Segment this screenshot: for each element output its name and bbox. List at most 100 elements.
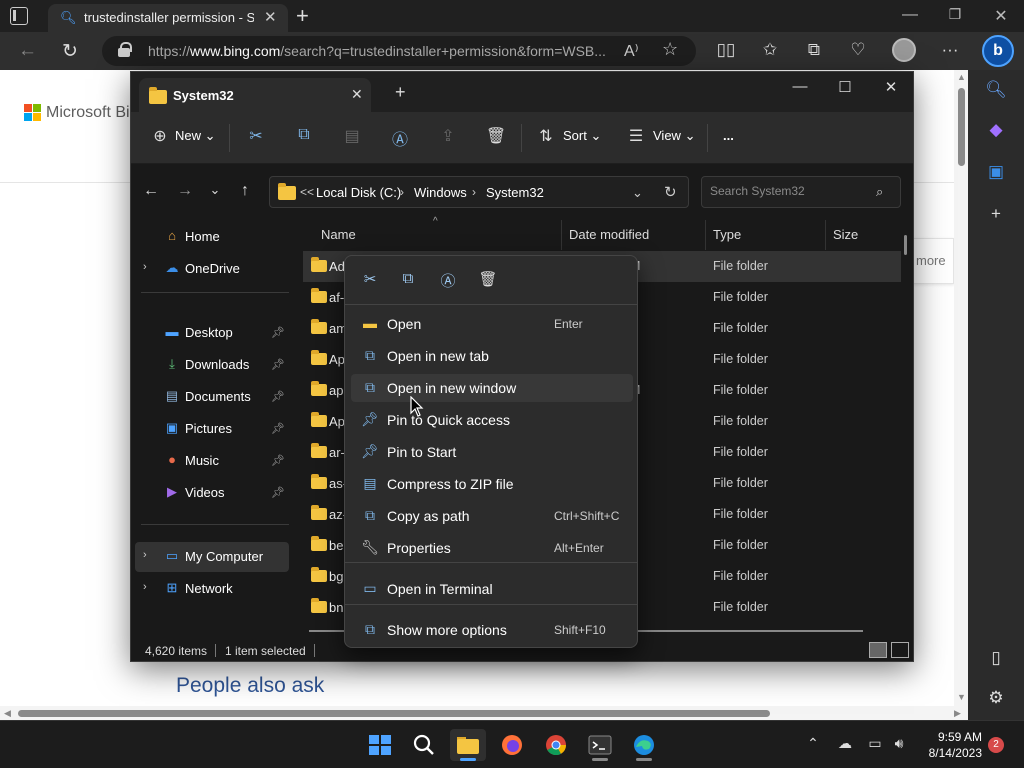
favorite-star-icon[interactable]: ☆ (662, 39, 678, 60)
taskbar-file-explorer[interactable] (450, 729, 486, 761)
column-header-name[interactable]: Name (321, 227, 356, 242)
breadcrumb-item[interactable]: Windows (414, 185, 467, 200)
collections-icon[interactable]: ⧉ (802, 40, 826, 60)
cut-icon[interactable]: ✂ (357, 270, 383, 292)
breadcrumb[interactable]: << Local Disk (C:) › Windows › System32 … (269, 176, 689, 208)
taskbar-firefox[interactable] (494, 729, 530, 761)
refresh-icon[interactable]: ↻ (62, 40, 78, 63)
menu-item-pin-to-start[interactable]: 📌︎ Pin to Start (351, 438, 633, 466)
read-aloud-icon[interactable]: A⁾ (624, 41, 639, 61)
tiles-view-icon[interactable] (891, 642, 909, 658)
nav-item-home[interactable]: ⌂ Home (131, 222, 291, 252)
nav-item-network[interactable]: › ⊞ Network (131, 574, 291, 604)
delete-icon[interactable]: 🗑︎ (485, 126, 507, 146)
taskbar-search-button[interactable] (406, 729, 442, 761)
chevron-right-icon[interactable]: › (143, 581, 147, 593)
rename-icon[interactable]: Ⓐ (389, 126, 411, 150)
chevron-down-icon[interactable]: ⌄ (632, 185, 643, 201)
taskbar-chrome[interactable] (538, 729, 574, 761)
explorer-tab[interactable]: System32 ✕ (139, 78, 371, 112)
clock-time[interactable]: 9:59 AM (934, 730, 982, 744)
forward-icon[interactable]: → (175, 182, 195, 200)
column-header-date[interactable]: Date modified (569, 227, 649, 242)
file-list-scrollbar[interactable] (904, 235, 907, 255)
search-field[interactable]: ⌕ (701, 176, 901, 208)
close-tab-icon[interactable]: ✕ (351, 86, 363, 103)
column-header-type[interactable]: Type (713, 227, 741, 242)
back-icon[interactable]: ← (18, 40, 37, 62)
profile-avatar[interactable] (892, 38, 916, 62)
page-vertical-scrollbar[interactable]: ▲ ▼ (954, 70, 968, 706)
refresh-icon[interactable]: ↻ (664, 183, 677, 201)
nav-item-videos[interactable]: ▶ Videos 📌︎ (131, 478, 291, 508)
delete-icon[interactable]: 🗑︎ (475, 270, 501, 292)
rename-icon[interactable]: Ⓐ (435, 270, 461, 292)
menu-item-pin-quick-access[interactable]: 📌︎ Pin to Quick access (351, 406, 633, 434)
chevron-right-icon[interactable]: › (143, 549, 147, 561)
search-input[interactable] (710, 184, 870, 198)
copilot-icon[interactable]: b (982, 35, 1014, 67)
up-icon[interactable]: ↑ (235, 182, 255, 200)
nav-item-documents[interactable]: ▤ Documents 📌︎ (131, 382, 291, 412)
maximize-icon[interactable]: ☐ (833, 78, 857, 96)
chevron-up-icon[interactable]: ⌃ (804, 735, 822, 752)
column-header-size[interactable]: Size (833, 227, 858, 242)
breadcrumb-overflow[interactable]: << (300, 185, 314, 199)
paste-icon[interactable]: ▤ (341, 126, 363, 146)
close-window-icon[interactable]: ✕ (987, 6, 1015, 26)
back-icon[interactable]: ← (141, 182, 161, 200)
details-view-icon[interactable] (869, 642, 887, 658)
tab-actions-icon[interactable] (10, 7, 28, 25)
nav-item-desktop[interactable]: ▬ Desktop 📌︎ (131, 318, 291, 348)
menu-item-open-terminal[interactable]: ▭ Open in Terminal (351, 575, 633, 603)
hide-sidebar-icon[interactable]: ▯ (984, 648, 1008, 668)
view-button[interactable]: View ⌄ (653, 128, 695, 144)
split-screen-icon[interactable]: ▯▯ (714, 40, 738, 60)
menu-item-open-new-window[interactable]: ⧉ Open in new window (351, 374, 633, 402)
add-sidebar-app-icon[interactable]: + (984, 204, 1008, 224)
close-window-icon[interactable]: ✕ (879, 78, 903, 96)
minimize-icon[interactable]: — (896, 6, 924, 24)
share-icon[interactable]: ⇪ (437, 126, 459, 146)
cut-icon[interactable]: ✂ (245, 126, 267, 146)
settings-more-icon[interactable]: ··· (938, 40, 962, 60)
new-tab-button[interactable]: + (395, 82, 406, 103)
nav-item-pictures[interactable]: ▣ Pictures 📌︎ (131, 414, 291, 444)
restore-icon[interactable]: ❐ (941, 6, 969, 23)
gear-icon[interactable]: ⚙ (984, 688, 1008, 708)
volume-icon[interactable]: 🔊︎ (890, 735, 908, 752)
clock-date[interactable]: 8/14/2023 (922, 746, 982, 760)
search-icon[interactable]: 🔍︎ (984, 80, 1008, 100)
taskbar-edge[interactable] (626, 729, 662, 761)
notification-badge[interactable]: 2 (988, 737, 1004, 753)
minimize-icon[interactable]: — (788, 78, 812, 95)
recent-locations-icon[interactable]: ⌄ (205, 182, 225, 198)
see-more-button[interactable]: ... (723, 128, 734, 143)
nav-item-downloads[interactable]: ⤓ Downloads 📌︎ (131, 350, 291, 380)
nav-item-my-computer[interactable]: › ▭ My Computer (135, 542, 289, 572)
games-icon[interactable]: ◆ (984, 120, 1008, 140)
nav-item-onedrive[interactable]: › ☁ OneDrive (131, 254, 291, 284)
menu-item-compress-zip[interactable]: ▤ Compress to ZIP file (351, 470, 633, 498)
browser-tab-active[interactable]: 🔍︎ trustedinstaller permission - Sear ✕ (48, 4, 288, 32)
tab-close-icon[interactable]: ✕ (264, 8, 277, 26)
menu-item-copy-as-path[interactable]: ⧉ Copy as path Ctrl+Shift+C (351, 502, 633, 530)
browser-essentials-icon[interactable]: ♡ (846, 40, 870, 60)
menu-item-open[interactable]: ▬ Open Enter (351, 310, 633, 338)
chevron-right-icon[interactable]: › (143, 261, 147, 273)
nav-item-music[interactable]: ● Music 📌︎ (131, 446, 291, 476)
page-horizontal-scrollbar[interactable]: ◀ ▶ (0, 706, 968, 720)
onedrive-tray-icon[interactable]: ☁ (836, 735, 854, 752)
more-button[interactable]: more (912, 238, 954, 284)
menu-item-properties[interactable]: 🔧︎ Properties Alt+Enter (351, 534, 633, 562)
copy-icon[interactable]: ⧉ (395, 270, 421, 292)
network-tray-icon[interactable]: ▭ (866, 735, 884, 752)
favorites-icon[interactable]: ✩ (758, 40, 782, 60)
breadcrumb-item[interactable]: System32 (486, 185, 544, 200)
breadcrumb-item[interactable]: Local Disk (C:) (316, 185, 401, 200)
menu-item-open-new-tab[interactable]: ⧉ Open in new tab (351, 342, 633, 370)
copy-icon[interactable]: ⧉ (293, 126, 315, 144)
taskbar-terminal[interactable] (582, 729, 618, 761)
start-button[interactable] (362, 729, 398, 761)
new-button[interactable]: New ⌄ (175, 128, 216, 144)
